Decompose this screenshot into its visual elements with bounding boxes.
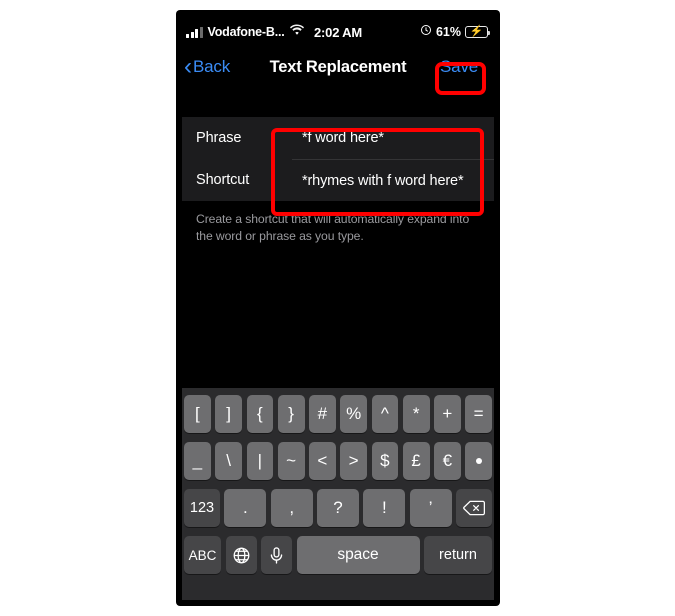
shortcut-row[interactable]: Shortcut *rhymes with f word here* [182, 159, 494, 201]
page-title: Text Replacement [269, 57, 407, 76]
navigation-bar: ‹ Back Text Replacement Save [182, 47, 494, 87]
shortcut-value: *rhymes with f word here* [302, 172, 464, 189]
keyboard-row-3: 123 . , ? ! ’ [184, 489, 492, 527]
content-spacer [182, 87, 494, 117]
key-asterisk[interactable]: * [402, 395, 430, 433]
keyboard-row-2: _ \ | ~ < > $ £ € [184, 442, 492, 480]
key-question-mark[interactable]: ? [317, 489, 359, 527]
globe-icon[interactable] [225, 536, 257, 574]
phrase-input[interactable]: *f word here* [292, 117, 494, 159]
status-bar-left: Vodafone-B... [186, 23, 304, 41]
key-space[interactable]: space [296, 536, 420, 574]
key-hash[interactable]: # [309, 395, 336, 433]
key-bullet[interactable] [465, 442, 492, 480]
alarm-clock-icon [420, 23, 432, 41]
clock-label: 2:02 AM [314, 24, 362, 40]
phrase-row[interactable]: Phrase *f word here* [182, 117, 494, 159]
shortcut-input[interactable]: *rhymes with f word here* [292, 159, 494, 201]
key-brace-left[interactable]: { [246, 395, 274, 433]
key-bracket-right[interactable]: ] [215, 395, 242, 433]
text-replacement-form: Phrase *f word here* Shortcut *rhymes wi… [182, 117, 494, 201]
keyboard-row-4: ABC space return [184, 536, 492, 574]
key-dollar[interactable]: $ [371, 442, 399, 480]
shortcut-label: Shortcut [196, 172, 250, 188]
form-help-text: Create a shortcut that will automaticall… [196, 212, 470, 244]
wifi-icon [289, 23, 304, 41]
key-percent[interactable]: % [340, 395, 367, 433]
chevron-left-icon: ‹ [184, 53, 192, 80]
key-apostrophe[interactable]: ’ [409, 489, 452, 527]
carrier-label: Vodafone-B... [207, 25, 285, 39]
key-abc-switch[interactable]: ABC [184, 536, 221, 574]
screenshot-canvas: Vodafone-B... 2:02 AM 61% ⚡ ‹ Back Text … [0, 0, 675, 616]
signal-bars-icon [186, 26, 203, 38]
save-button[interactable]: Save [440, 57, 486, 77]
status-bar-right: 61% ⚡ [420, 23, 491, 41]
phrase-value: *f word here* [302, 130, 384, 146]
key-numeric-switch[interactable]: 123 [184, 489, 220, 527]
battery-charging-icon: ⚡ [465, 26, 491, 38]
key-exclamation[interactable]: ! [363, 489, 406, 527]
status-bar-clock: 2:02 AM [314, 25, 362, 40]
key-less-than[interactable]: < [309, 442, 336, 480]
delete-icon[interactable] [456, 489, 492, 527]
key-period[interactable]: . [224, 489, 267, 527]
keyboard-row-1: [ ] { } # % ^ * + = [184, 395, 492, 433]
key-plus[interactable]: + [434, 395, 461, 433]
status-bar: Vodafone-B... 2:02 AM 61% ⚡ [182, 17, 494, 47]
key-pipe[interactable]: | [246, 442, 274, 480]
key-backslash[interactable]: \ [215, 442, 242, 480]
key-pound[interactable]: £ [402, 442, 430, 480]
key-equals[interactable]: = [465, 395, 492, 433]
key-return[interactable]: return [424, 536, 492, 574]
key-comma[interactable]: , [270, 489, 313, 527]
back-button[interactable]: ‹ Back [184, 55, 230, 79]
key-brace-right[interactable]: } [277, 395, 305, 433]
back-button-label: Back [193, 57, 230, 76]
phrase-label: Phrase [196, 130, 242, 146]
key-greater-than[interactable]: > [340, 442, 367, 480]
key-bracket-left[interactable]: [ [184, 395, 211, 433]
key-caret[interactable]: ^ [371, 395, 399, 433]
key-underscore[interactable]: _ [184, 442, 211, 480]
phone-screen: Vodafone-B... 2:02 AM 61% ⚡ ‹ Back Text … [182, 17, 494, 600]
key-euro[interactable]: € [434, 442, 461, 480]
microphone-icon[interactable] [261, 536, 292, 574]
phone-device-frame: Vodafone-B... 2:02 AM 61% ⚡ ‹ Back Text … [176, 10, 500, 606]
battery-percent-label: 61% [435, 25, 461, 39]
on-screen-keyboard: [ ] { } # % ^ * + = _ \ | ~ < > $ £ € 12… [182, 388, 494, 600]
key-tilde[interactable]: ~ [277, 442, 305, 480]
